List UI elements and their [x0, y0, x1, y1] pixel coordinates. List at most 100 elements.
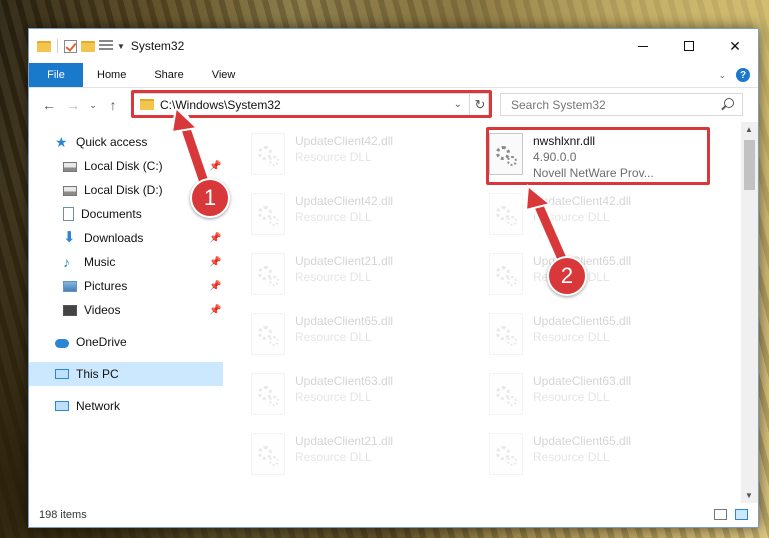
sidebar-item-this-pc[interactable]: This PC [29, 362, 223, 386]
file-name: UpdateClient21.dll [295, 434, 394, 448]
dll-file-icon [251, 373, 285, 415]
navigation-pane: ★ Quick access Local Disk (C:) 📌 Local D… [29, 122, 223, 503]
dll-file-icon [251, 313, 285, 355]
file-name: UpdateClient65.dll [295, 314, 394, 328]
dll-file-icon [489, 373, 523, 415]
sidebar-item-label: Pictures [84, 279, 128, 293]
tab-home[interactable]: Home [83, 63, 140, 87]
pin-icon[interactable]: 📌 [209, 257, 221, 268]
pin-icon[interactable]: 📌 [209, 233, 221, 244]
star-icon: ★ [55, 134, 68, 150]
window-title: System32 [130, 39, 185, 53]
up-arrow-icon[interactable]: ↑ [101, 97, 125, 113]
explorer-window: ▼ System32 ✕ File Home Share View ⌄ ? ← … [28, 28, 759, 528]
list-item[interactable]: UpdateClient63.dll Resource DLL [483, 367, 705, 423]
search-icon [724, 98, 734, 108]
list-item[interactable]: UpdateClient42.dll Resource DLL [245, 187, 467, 243]
main-content: ★ Quick access Local Disk (C:) 📌 Local D… [29, 122, 758, 503]
file-name: UpdateClient65.dll [533, 314, 632, 328]
file-type: Resource DLL [295, 330, 372, 344]
ribbon-tabs: File Home Share View ⌄ ? [29, 63, 758, 88]
sidebar-item-label: Videos [84, 303, 121, 317]
dll-file-icon [489, 313, 523, 355]
back-arrow-icon[interactable]: ← [37, 97, 61, 113]
file-type: Resource DLL [295, 390, 372, 404]
tab-share[interactable]: Share [140, 63, 197, 87]
list-item[interactable]: UpdateClient21.dll Resource DLL [245, 427, 467, 483]
help-icon[interactable]: ? [736, 68, 750, 82]
ribbon-right-controls: ⌄ ? [718, 68, 750, 82]
list-item[interactable]: UpdateClient65.dllResource DLL [483, 247, 705, 303]
file-name: UpdateClient42.dll [295, 194, 394, 208]
file-type: Resource DLL [295, 450, 372, 464]
sidebar-item-downloads[interactable]: ⬇ Downloads 📌 [29, 226, 223, 250]
vertical-scrollbar[interactable]: ▲ ▼ [741, 122, 758, 503]
tab-file[interactable]: File [29, 63, 83, 87]
pin-icon[interactable]: 📌 [209, 281, 221, 292]
divider [57, 39, 58, 53]
sidebar-item-onedrive[interactable]: OneDrive [29, 330, 223, 354]
scroll-down-icon[interactable]: ▼ [745, 491, 753, 500]
maximize-button[interactable] [666, 29, 712, 63]
file-type: Resource DLL [295, 210, 372, 224]
sidebar-item-label: Documents [81, 207, 142, 221]
list-item[interactable]: UpdateClient42.dll Resource DLL [245, 127, 467, 183]
file-name: UpdateClient63.dll [533, 374, 632, 388]
step-2-badge: 2 [547, 256, 587, 296]
file-name: UpdateClient42.dll [295, 134, 394, 148]
dll-file-icon [489, 433, 523, 475]
pin-icon[interactable]: 📌 [209, 305, 221, 316]
sidebar-item-network[interactable]: Network [29, 394, 223, 418]
list-item[interactable]: UpdateClient42.dll Resource DLL [483, 187, 705, 243]
details-view-icon[interactable] [714, 509, 727, 520]
file-type: Resource DLL [533, 390, 610, 404]
sidebar-item-local-disk-c[interactable]: Local Disk (C:) 📌 [29, 154, 223, 178]
list-item[interactable]: UpdateClient63.dll Resource DLL [245, 367, 467, 423]
minimize-button[interactable] [620, 29, 666, 63]
file-type: Resource DLL [295, 270, 372, 284]
tab-view[interactable]: View [198, 63, 250, 87]
sidebar-item-pictures[interactable]: Pictures 📌 [29, 274, 223, 298]
sidebar-item-label: Quick access [76, 135, 148, 149]
video-icon [63, 305, 77, 316]
chevron-down-icon[interactable]: ▼ [117, 42, 125, 51]
minimize-icon [638, 45, 648, 47]
file-highlight-box [486, 127, 710, 185]
properties-check-icon[interactable] [64, 39, 77, 53]
expand-ribbon-icon[interactable]: ⌄ [718, 70, 726, 81]
forward-arrow-icon[interactable]: → [61, 97, 85, 113]
list-item[interactable]: UpdateClient21.dll Resource DLL [245, 247, 467, 303]
dll-file-icon [251, 433, 285, 475]
new-folder-icon[interactable] [81, 40, 95, 52]
scrollbar-thumb[interactable] [744, 140, 755, 190]
sidebar-item-music[interactable]: ♪ Music 📌 [29, 250, 223, 274]
address-row: ← → ⌄ ↑ C:\Windows\System32 ⌄ ↻ Search S… [29, 88, 758, 122]
list-item[interactable]: UpdateClient65.dll Resource DLL [245, 307, 467, 363]
customize-icon[interactable] [99, 40, 113, 52]
file-name: UpdateClient21.dll [295, 254, 394, 268]
scroll-up-icon[interactable]: ▲ [745, 125, 753, 134]
file-name: UpdateClient42.dll [533, 194, 632, 208]
large-icons-view-icon[interactable] [735, 509, 748, 520]
dll-file-icon [489, 193, 523, 235]
sidebar-item-label: Local Disk (C:) [84, 159, 163, 173]
sidebar-item-quick-access[interactable]: ★ Quick access [29, 130, 223, 154]
close-button[interactable]: ✕ [712, 29, 758, 63]
sidebar-item-label: Local Disk (D:) [84, 183, 163, 197]
pin-icon[interactable]: 📌 [209, 161, 221, 172]
file-name: UpdateClient65.dll [533, 434, 632, 448]
close-icon: ✕ [729, 37, 741, 54]
computer-icon [55, 369, 69, 379]
download-icon: ⬇ [63, 229, 76, 246]
recent-locations-icon[interactable]: ⌄ [85, 100, 101, 111]
window-controls: ✕ [620, 29, 758, 63]
file-list: UpdateClient42.dll Resource DLL UpdateCli… [223, 122, 758, 503]
list-item[interactable]: UpdateClient65.dllResource DLL [483, 307, 705, 363]
file-name: UpdateClient63.dll [295, 374, 394, 388]
search-input[interactable]: Search System32 [500, 93, 743, 116]
sidebar-item-videos[interactable]: Videos 📌 [29, 298, 223, 322]
file-type: Resource DLL [533, 210, 610, 224]
list-item[interactable]: UpdateClient65.dllResource DLL [483, 427, 705, 483]
address-highlight-box [131, 90, 492, 118]
document-icon [63, 207, 74, 221]
